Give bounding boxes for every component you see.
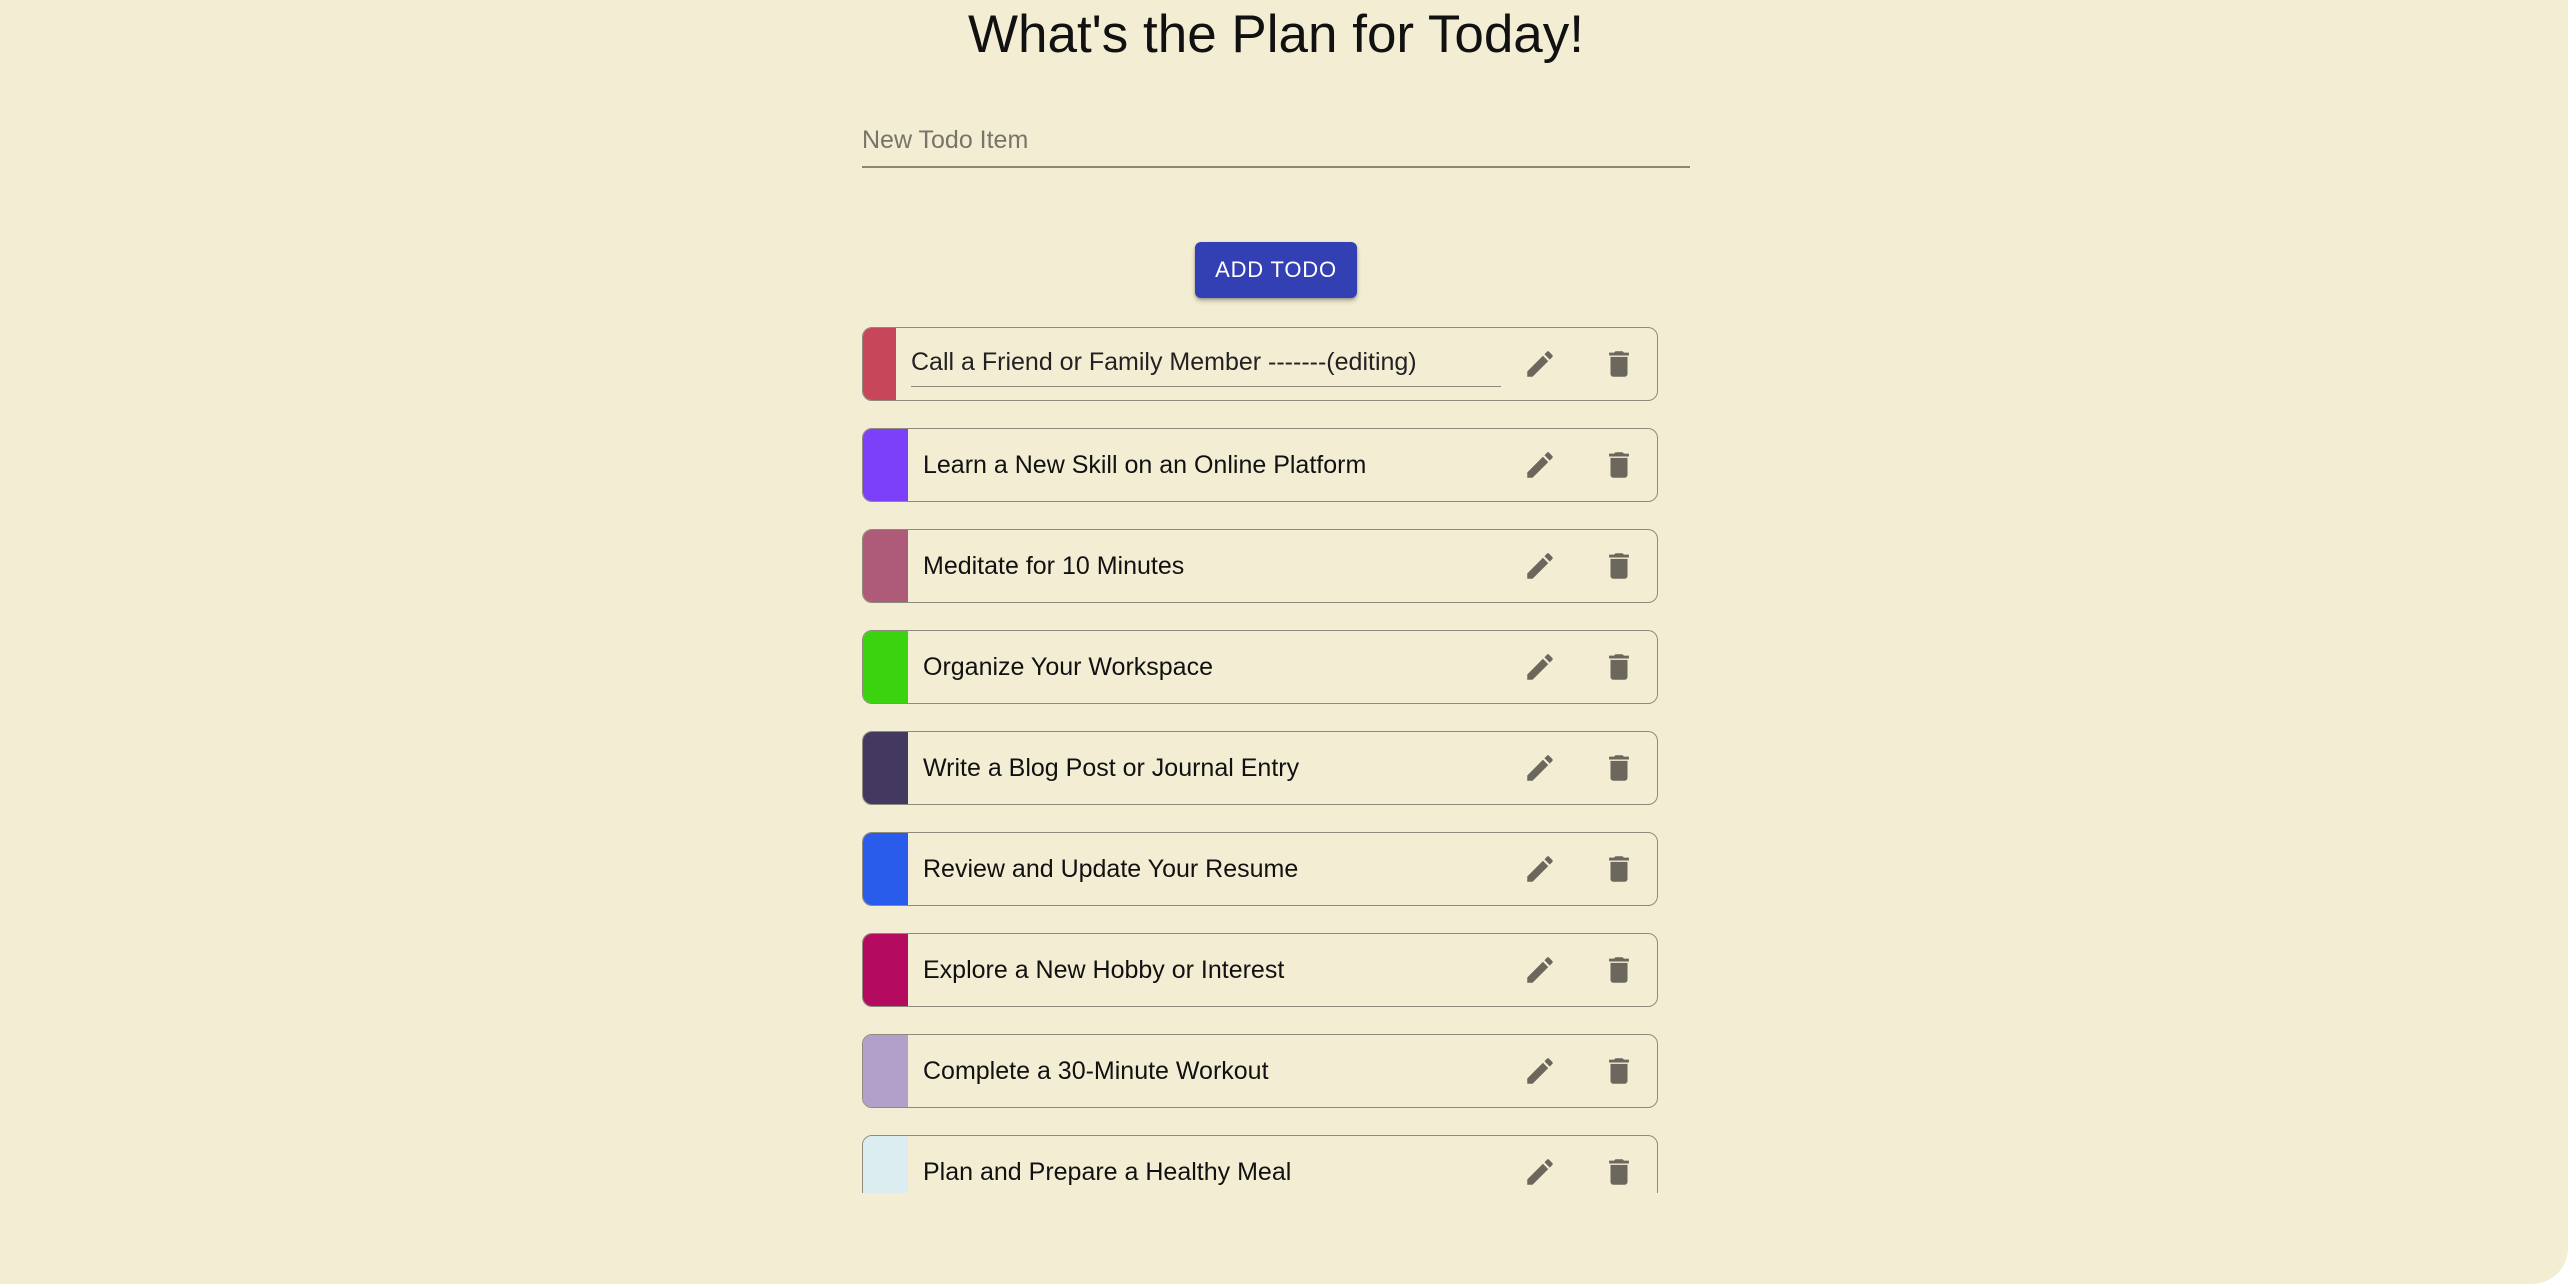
edit-todo-button[interactable] [1517, 442, 1563, 488]
edit-todo-button[interactable] [1517, 1149, 1563, 1193]
todo-text: Explore a New Hobby or Interest [923, 956, 1285, 984]
add-todo-button[interactable]: ADD TODO [1195, 242, 1357, 298]
delete-todo-button[interactable] [1596, 745, 1642, 791]
delete-todo-button[interactable] [1596, 1149, 1642, 1193]
trash-icon [1609, 856, 1629, 882]
delete-todo-button[interactable] [1596, 644, 1642, 690]
trash-icon [1609, 452, 1629, 478]
todo-item [862, 327, 1658, 401]
todo-item: Complete a 30-Minute Workout [862, 1034, 1658, 1108]
edit-todo-button[interactable] [1517, 341, 1563, 387]
pencil-icon [1527, 351, 1553, 377]
pencil-icon [1527, 755, 1553, 781]
pencil-icon [1527, 856, 1553, 882]
pencil-icon [1527, 452, 1553, 478]
edit-todo-button[interactable] [1517, 947, 1563, 993]
trash-icon [1609, 957, 1629, 983]
pencil-icon [1527, 654, 1553, 680]
edit-todo-button[interactable] [1517, 745, 1563, 791]
trash-icon [1609, 351, 1629, 377]
pencil-icon [1527, 957, 1553, 983]
delete-todo-button[interactable] [1596, 442, 1642, 488]
delete-todo-button[interactable] [1596, 543, 1642, 589]
trash-icon [1609, 1159, 1629, 1185]
todo-text: Review and Update Your Resume [923, 855, 1299, 883]
todo-color-swatch [863, 530, 908, 602]
new-todo-input[interactable] [862, 116, 1690, 164]
edit-todo-button[interactable] [1517, 1048, 1563, 1094]
trash-icon [1609, 654, 1629, 680]
todo-list: Learn a New Skill on an Online Platform M… [860, 327, 1662, 1193]
delete-todo-button[interactable] [1596, 947, 1642, 993]
todo-color-swatch [863, 833, 908, 905]
todo-text: Learn a New Skill on an Online Platform [923, 451, 1367, 479]
todo-item: Review and Update Your Resume [862, 832, 1658, 906]
pencil-icon [1527, 1159, 1553, 1185]
pencil-icon [1527, 553, 1553, 579]
todo-color-swatch [863, 732, 908, 804]
edit-todo-button[interactable] [1517, 644, 1563, 690]
todo-color-swatch [863, 934, 908, 1006]
todo-item: Write a Blog Post or Journal Entry [862, 731, 1658, 805]
todo-color-swatch [863, 1136, 908, 1193]
todo-edit-field[interactable] [911, 340, 1501, 387]
trash-icon [1609, 1058, 1629, 1084]
todo-text: Write a Blog Post or Journal Entry [923, 754, 1300, 782]
todo-text: Complete a 30-Minute Workout [923, 1057, 1269, 1085]
delete-todo-button[interactable] [1596, 341, 1642, 387]
todo-text: Meditate for 10 Minutes [923, 552, 1185, 580]
trash-icon [1609, 755, 1629, 781]
todo-edit-input[interactable] [911, 340, 1501, 384]
delete-todo-button[interactable] [1596, 1048, 1642, 1094]
todo-text: Organize Your Workspace [923, 653, 1213, 681]
edit-todo-button[interactable] [1517, 543, 1563, 589]
todo-color-swatch [863, 631, 908, 703]
trash-icon [1609, 553, 1629, 579]
pencil-icon [1527, 1058, 1553, 1084]
todo-color-swatch [863, 1035, 908, 1107]
page: What's the Plan for Today! ADD TODO Lear… [0, 0, 2568, 1286]
delete-todo-button[interactable] [1596, 846, 1642, 892]
todo-item: Explore a New Hobby or Interest [862, 933, 1658, 1007]
todo-color-swatch [863, 328, 896, 400]
todo-item: Organize Your Workspace [862, 630, 1658, 704]
todo-item: Meditate for 10 Minutes [862, 529, 1658, 603]
page-title: What's the Plan for Today! [967, 5, 1585, 64]
todo-item: Plan and Prepare a Healthy Meal [862, 1135, 1658, 1193]
todo-app: What's the Plan for Today! ADD TODO Lear… [0, 0, 2568, 1284]
new-todo-field[interactable] [862, 116, 1690, 168]
todo-text: Plan and Prepare a Healthy Meal [923, 1158, 1292, 1186]
edit-todo-button[interactable] [1517, 846, 1563, 892]
todo-color-swatch [863, 429, 908, 501]
todo-item: Learn a New Skill on an Online Platform [862, 428, 1658, 502]
